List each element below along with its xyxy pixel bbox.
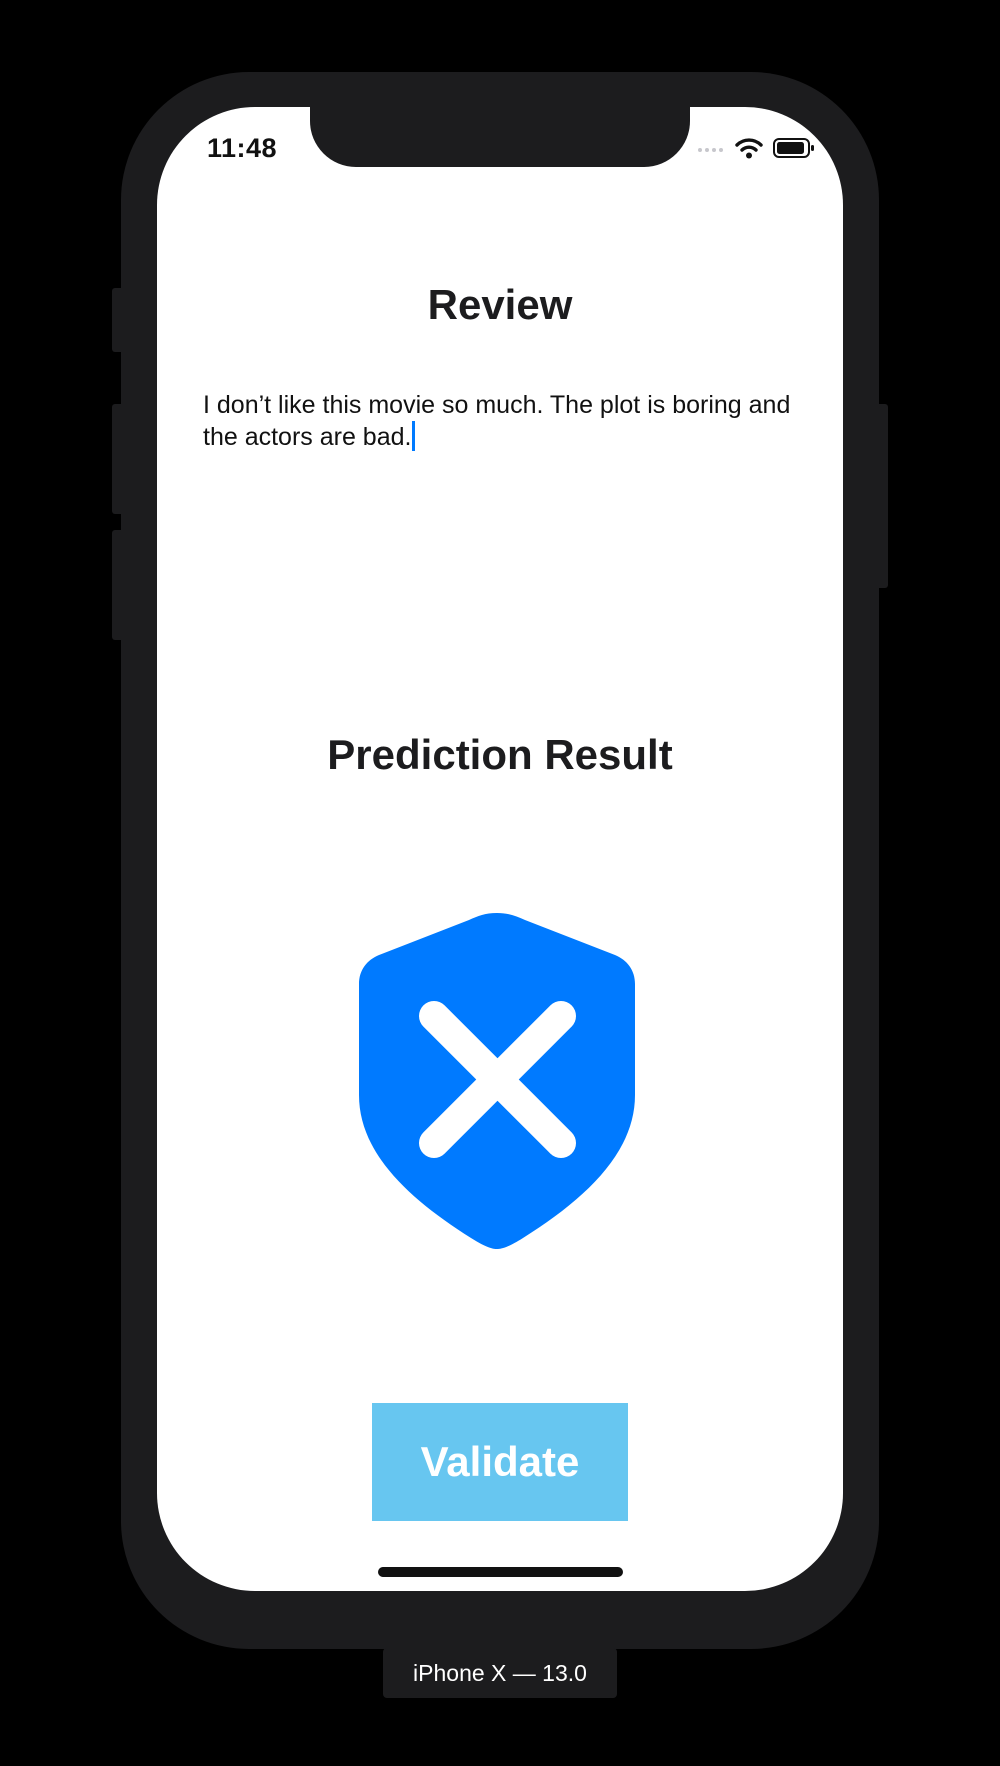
volume-up-button bbox=[112, 404, 124, 514]
wifi-icon bbox=[735, 137, 763, 164]
battery-icon bbox=[773, 138, 815, 163]
review-text: I don’t like this movie so much. The plo… bbox=[203, 391, 791, 451]
app-screen: 11:48 Review I don’t like this movie so … bbox=[157, 107, 843, 1591]
status-icons bbox=[697, 137, 815, 164]
simulator-device-label: iPhone X — 13.0 bbox=[383, 1648, 617, 1698]
status-time: 11:48 bbox=[207, 133, 278, 163]
review-title: Review bbox=[427, 281, 573, 328]
validate-button[interactable]: Validate bbox=[372, 1403, 628, 1521]
power-button bbox=[876, 404, 888, 588]
prediction-result-title: Prediction Result bbox=[327, 731, 673, 778]
cellular-signal-icon bbox=[697, 142, 725, 160]
device-notch bbox=[310, 107, 690, 167]
mute-switch bbox=[112, 288, 124, 352]
home-indicator[interactable] bbox=[378, 1567, 623, 1577]
review-text-view[interactable]: I don’t like this movie so much. The plo… bbox=[203, 389, 803, 453]
text-cursor bbox=[412, 421, 416, 451]
shield-x-icon bbox=[359, 913, 635, 1249]
volume-down-button bbox=[112, 530, 124, 640]
simulator-canvas: 11:48 Review I don’t like this movie so … bbox=[0, 0, 1000, 1766]
